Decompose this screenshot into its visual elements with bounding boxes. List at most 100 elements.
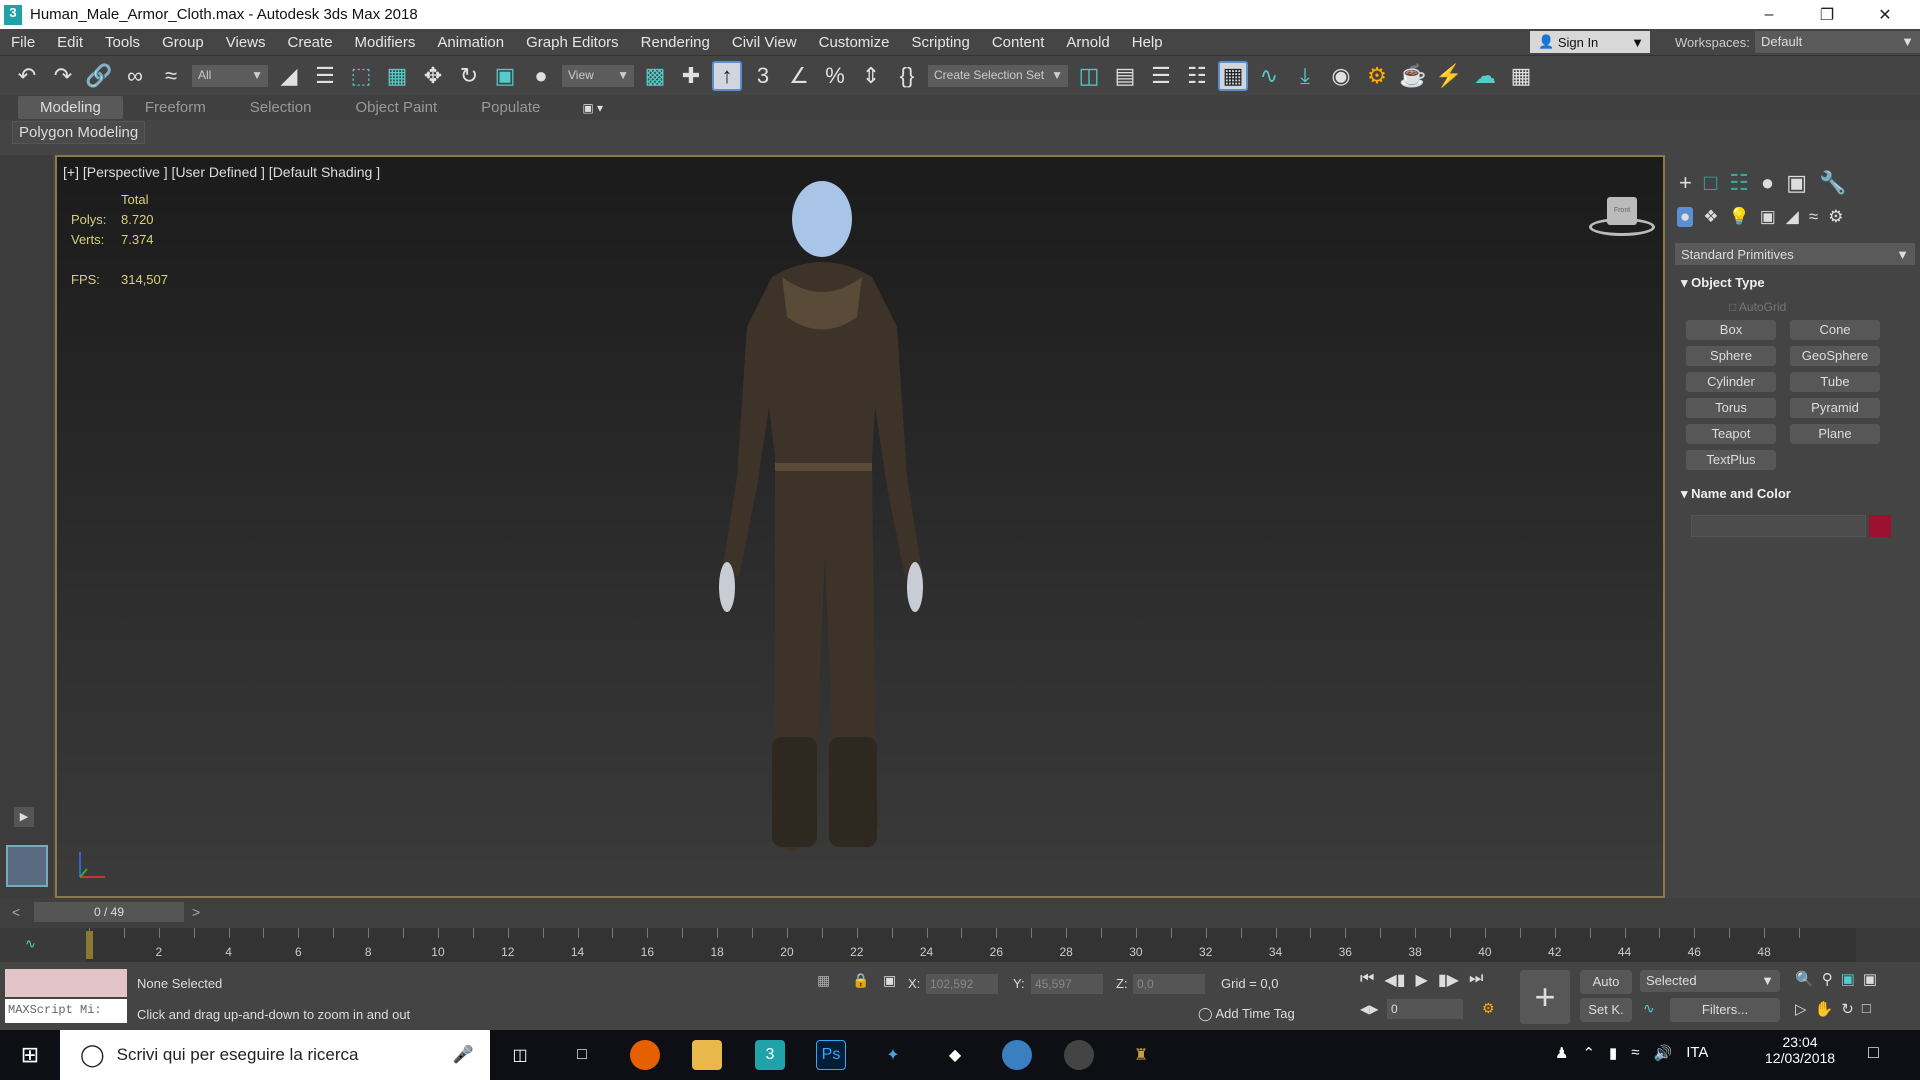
time-slider-thumb[interactable]: 0 / 49 <box>34 902 184 922</box>
move-icon[interactable]: ✥ <box>418 61 448 91</box>
maxscript-listener-output[interactable] <box>5 969 127 997</box>
wifi-icon[interactable]: ≈ <box>1631 1044 1639 1062</box>
rotate-icon[interactable]: ↻ <box>454 61 484 91</box>
primitive-cone-button[interactable]: Cone <box>1790 320 1880 340</box>
modify-tab-icon[interactable]: □ <box>1704 170 1717 196</box>
app-icon-crest[interactable]: ♜ <box>1126 1040 1156 1070</box>
primitive-textplus-button[interactable]: TextPlus <box>1686 450 1776 470</box>
spinner-snap-icon[interactable]: ⇕ <box>856 61 886 91</box>
z-coordinate-field[interactable]: 0,0 <box>1133 974 1205 994</box>
create-tab-icon[interactable]: + <box>1679 170 1692 196</box>
default-in-out-tangent-icon[interactable]: ∿ <box>1643 1000 1655 1017</box>
named-selection-set-dropdown[interactable]: Create Selection Set ▼ <box>928 65 1068 87</box>
render-production-icon[interactable]: ⚡ <box>1434 61 1464 91</box>
menu-animation[interactable]: Animation <box>426 34 515 51</box>
ribbon-tab-selection[interactable]: Selection <box>228 96 334 119</box>
schematic-view-icon[interactable]: ⤓ <box>1290 61 1320 91</box>
menu-arnold[interactable]: Arnold <box>1055 34 1120 51</box>
absolute-mode-icon[interactable]: ▣ <box>883 972 896 989</box>
file-explorer-icon[interactable] <box>692 1040 722 1070</box>
close-button[interactable]: ✕ <box>1856 0 1914 29</box>
window-crossing-icon[interactable]: ▦ <box>382 61 412 91</box>
time-slider-next[interactable]: > <box>192 904 200 920</box>
edit-named-selection-icon[interactable]: {} <box>892 61 922 91</box>
space-warps-icon[interactable]: ≈ <box>1809 207 1818 227</box>
viewcube[interactable]: Front <box>1587 192 1657 242</box>
expand-arrow-icon[interactable]: ▶ <box>14 807 34 827</box>
key-filters-button[interactable]: Filters... <box>1670 998 1780 1022</box>
name-and-color-rollout[interactable]: ▾ Name and Color <box>1681 486 1791 502</box>
pan-icon[interactable]: ✋ <box>1815 1000 1834 1018</box>
geometry-icon[interactable]: ● <box>1677 207 1694 227</box>
utilities-tab-icon[interactable]: 🔧 <box>1819 170 1846 196</box>
app-icon-globe[interactable] <box>1002 1040 1032 1070</box>
primitive-pyramid-button[interactable]: Pyramid <box>1790 398 1880 418</box>
object-type-rollout[interactable]: ▾ Object Type <box>1681 275 1765 291</box>
y-coordinate-field[interactable]: 45,597 <box>1031 974 1103 994</box>
primitive-cylinder-button[interactable]: Cylinder <box>1686 372 1776 392</box>
menu-views[interactable]: Views <box>215 34 277 51</box>
menu-civil-view[interactable]: Civil View <box>721 34 808 51</box>
field-of-view-icon[interactable]: ▷ <box>1795 1000 1807 1018</box>
key-filter-dropdown[interactable]: Selected ▼ <box>1640 970 1780 992</box>
timeline-ruler[interactable]: 0246810121416182022242628303234363840424… <box>86 928 1856 962</box>
selection-lock-icon[interactable]: 🔒 <box>852 972 869 989</box>
menu-graph-editors[interactable]: Graph Editors <box>515 34 630 51</box>
taskbar-clock[interactable]: 23:04 12/03/2018 <box>1765 1034 1835 1066</box>
firefox-icon[interactable] <box>630 1040 660 1070</box>
viewport-layout-thumbnail[interactable] <box>6 845 48 887</box>
render-shortcuts-icon[interactable]: ▦ <box>1506 61 1536 91</box>
autogrid-checkbox[interactable]: □ AutoGrid <box>1729 300 1786 314</box>
auto-key-button[interactable]: Auto <box>1580 970 1632 994</box>
maxscript-mini-listener[interactable]: MAXScript Mi: <box>5 999 127 1023</box>
battery-icon[interactable]: ▮ <box>1609 1044 1617 1062</box>
zoom-extents-icon[interactable]: ▣ <box>1841 970 1855 988</box>
add-time-tag[interactable]: ◯ Add Time Tag <box>1198 1006 1295 1022</box>
time-slider-prev[interactable]: < <box>12 904 20 920</box>
select-object-icon[interactable]: ◢ <box>274 61 304 91</box>
scale-icon[interactable]: ▣ <box>490 61 520 91</box>
redo-icon[interactable]: ↷ <box>48 61 78 91</box>
viewcube-ring[interactable] <box>1589 218 1655 236</box>
lights-icon[interactable]: 💡 <box>1729 207 1750 227</box>
place-icon[interactable]: ● <box>526 61 556 91</box>
current-frame-spinner[interactable]: 0 <box>1387 999 1463 1019</box>
set-key-button[interactable]: Set K. <box>1580 998 1632 1022</box>
reference-coordinate-dropdown[interactable]: View ▼ <box>562 65 634 87</box>
select-manipulate-icon[interactable]: ✚ <box>676 61 706 91</box>
show-hidden-icons[interactable]: ⌃ <box>1582 1044 1595 1062</box>
app-icon-blue[interactable]: ✦ <box>878 1040 908 1070</box>
hierarchy-tab-icon[interactable]: ☷ <box>1729 170 1749 196</box>
microphone-icon[interactable]: 🎤 <box>453 1045 474 1065</box>
zoom-all-icon[interactable]: ⚲ <box>1822 970 1833 988</box>
category-dropdown[interactable]: Standard Primitives ▼ <box>1675 243 1915 265</box>
set-key-big-icon[interactable]: + <box>1520 970 1570 1024</box>
link-icon[interactable]: 🔗 <box>84 61 114 91</box>
menu-rendering[interactable]: Rendering <box>630 34 721 51</box>
zoom-icon[interactable]: 🔍 <box>1795 970 1814 988</box>
rendered-frame-window-icon[interactable]: ☕ <box>1398 61 1428 91</box>
character-model[interactable] <box>657 177 987 887</box>
app-icon-generic[interactable]: □ <box>567 1040 597 1070</box>
angle-snap-icon[interactable]: ∠ <box>784 61 814 91</box>
object-color-swatch[interactable] <box>1869 515 1891 537</box>
zoom-extents-all-icon[interactable]: ▣ <box>1863 970 1877 988</box>
ribbon-tab-object-paint[interactable]: Object Paint <box>333 96 459 119</box>
snaps-toggle-icon[interactable]: 3 <box>748 61 778 91</box>
mini-curve-editor-icon[interactable]: ∿ <box>25 936 36 952</box>
orbit-icon[interactable]: ↻ <box>1841 1000 1854 1018</box>
perspective-viewport[interactable]: [+] [Perspective ] [User Defined ] [Defa… <box>55 155 1665 898</box>
app-icon-skyrim[interactable]: ◆ <box>940 1040 970 1070</box>
maximize-viewport-icon[interactable]: □ <box>1862 1000 1871 1018</box>
go-to-start-icon[interactable]: ⏮ <box>1360 970 1374 990</box>
volume-icon[interactable]: 🔊 <box>1654 1044 1673 1062</box>
current-frame-marker[interactable] <box>86 931 93 959</box>
3ds-max-taskbar-icon[interactable]: 3 <box>755 1040 785 1070</box>
menu-tools[interactable]: Tools <box>94 34 151 51</box>
render-setup-icon[interactable]: ⚙ <box>1362 61 1392 91</box>
primitive-box-button[interactable]: Box <box>1686 320 1776 340</box>
menu-help[interactable]: Help <box>1121 34 1174 51</box>
menu-scripting[interactable]: Scripting <box>900 34 980 51</box>
primitive-torus-button[interactable]: Torus <box>1686 398 1776 418</box>
viewport-label[interactable]: [+] [Perspective ] [User Defined ] [Defa… <box>63 164 380 180</box>
